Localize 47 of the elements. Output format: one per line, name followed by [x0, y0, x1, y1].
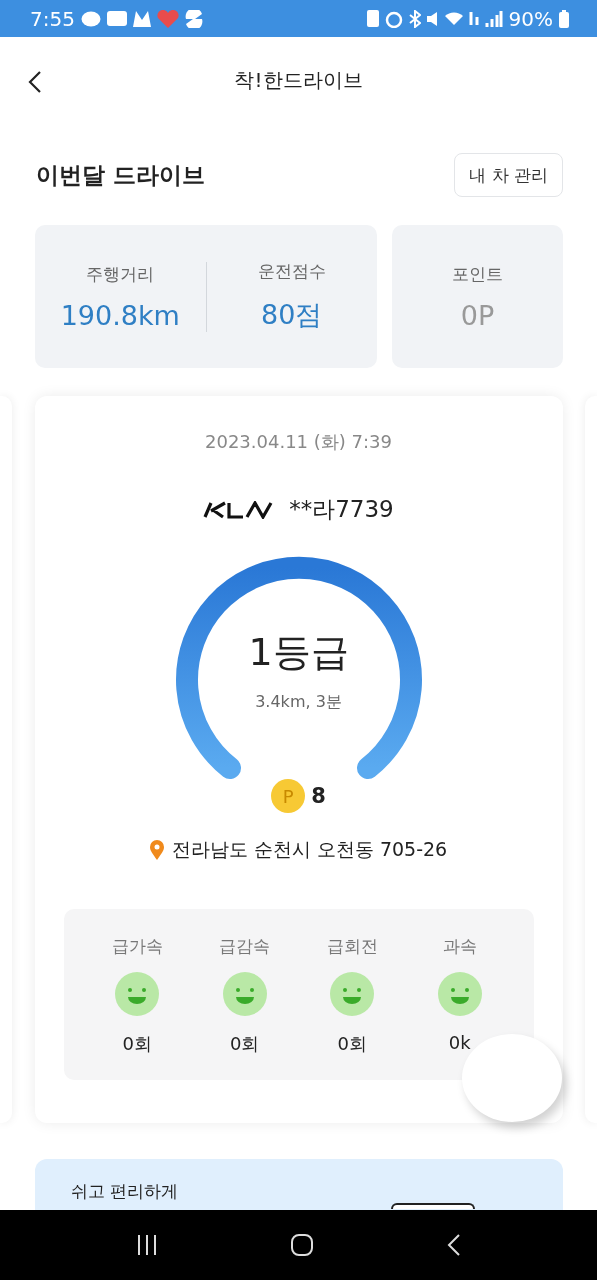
banner-text: 쉬고 편리하게 — [71, 1181, 180, 1201]
home-icon[interactable] — [290, 1233, 315, 1257]
smiley-icon — [330, 972, 375, 1016]
event-label: 과속 — [442, 935, 477, 958]
stat-label: 운전점수 — [257, 260, 326, 283]
stat-value: 0P — [460, 299, 495, 331]
stat-label: 포인트 — [452, 262, 503, 286]
trip-summary: 3.4km, 3분 — [255, 692, 342, 713]
smiley-icon — [222, 972, 267, 1016]
bluetooth-icon — [408, 9, 421, 28]
page-title: 착!한드라이브 — [234, 66, 363, 94]
banner-button[interactable] — [391, 1203, 475, 1209]
status-time: 7:55 — [30, 6, 75, 31]
stat-value: 190.8km — [60, 299, 180, 331]
section-title: 이번달 드라이브 — [36, 160, 205, 190]
signal-icon — [484, 10, 503, 27]
battery-icon — [559, 9, 569, 28]
grade-text: 1등급 — [248, 629, 349, 676]
earned-points: 8 — [311, 784, 326, 808]
location-pin-icon — [149, 840, 164, 860]
car-logo-icon — [203, 500, 274, 519]
heart-icon — [156, 9, 179, 28]
trip-datetime: 2023.04.11 (화) 7:39 — [205, 430, 392, 454]
smiley-icon — [437, 972, 482, 1016]
license-plate: **라7739 — [289, 495, 394, 524]
back-nav-icon[interactable] — [446, 1233, 461, 1257]
smiley-icon — [115, 972, 160, 1016]
clipboard-icon — [366, 10, 379, 27]
stat-value: 80점 — [261, 298, 323, 332]
event-count: 0회 — [122, 1032, 152, 1056]
manage-car-button[interactable]: 내 차 관리 — [454, 153, 563, 197]
trip-location: 전라남도 순천시 오천동 705-26 — [171, 837, 448, 862]
event-count: 0회 — [230, 1032, 260, 1056]
event-label: 급감속 — [219, 935, 271, 958]
battery-percent: 90% — [508, 6, 553, 31]
event-label: 급회전 — [326, 935, 378, 958]
recent-apps-icon[interactable] — [136, 1234, 159, 1256]
event-label: 급가속 — [111, 935, 163, 958]
event-count: 0회 — [337, 1032, 367, 1056]
stat-label: 주행거리 — [86, 262, 155, 286]
alarm-icon — [384, 9, 403, 28]
wifi-icon — [444, 12, 463, 25]
chat-bubble-icon — [80, 10, 101, 27]
event-count: 0k — [448, 1032, 471, 1053]
point-badge: P — [271, 779, 306, 813]
back-icon[interactable] — [28, 70, 42, 94]
mute-icon — [426, 11, 439, 26]
